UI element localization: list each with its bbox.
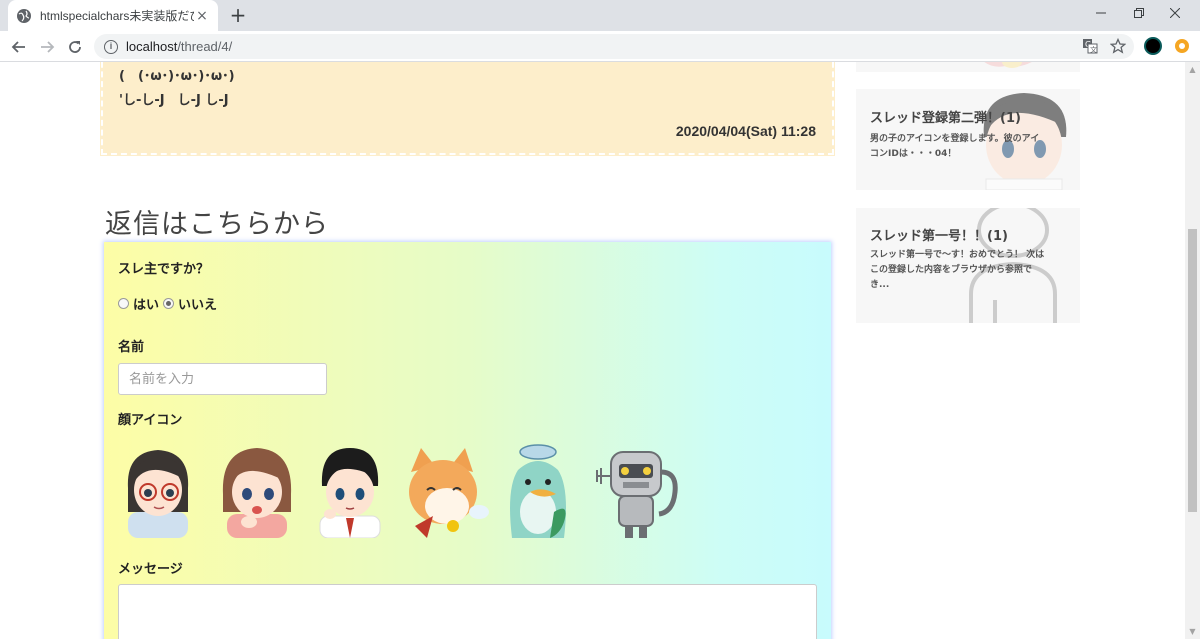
avatar-orange-cat[interactable] [403, 442, 493, 538]
page-viewport: ( (･ω･)･ω･)･ω･) 'し-し-J し-J し-J 2020/04/0… [0, 62, 1185, 639]
radio-yes-label[interactable]: はい [133, 294, 159, 313]
new-tab-button[interactable]: + [226, 4, 250, 28]
address-bar[interactable]: i localhost/thread/4/ [94, 34, 1134, 59]
card-description: 男の子のアイコンを登録します。彼のアイコンIDは・・・04！ [870, 134, 1040, 159]
avatar-blue-bird[interactable] [498, 442, 588, 538]
url-text: localhost/thread/4/ [126, 39, 232, 54]
info-icon[interactable]: i [104, 39, 118, 54]
sidebar-card[interactable]: スレッド登録第二弾！(1) 男の子のアイコンを登録します。彼のアイコンIDは・・… [856, 89, 1080, 190]
previous-post: ( (･ω･)･ω･)･ω･) 'し-し-J し-J し-J 2020/04/0… [100, 62, 835, 156]
browser-toolbar: i localhost/thread/4/ G文 [0, 31, 1200, 62]
radio-no[interactable] [163, 298, 175, 309]
profile-icon[interactable] [1141, 34, 1165, 58]
message-label: メッセージ [118, 562, 183, 577]
scroll-up-icon[interactable]: ▲ [1185, 62, 1200, 77]
window-close-icon[interactable] [1152, 0, 1198, 26]
radio-no-label[interactable]: いいえ [178, 294, 217, 313]
forward-icon[interactable] [35, 35, 59, 59]
extension-icon[interactable] [1170, 34, 1194, 58]
reload-icon[interactable] [63, 35, 87, 59]
reply-form: スレ主ですか？ はい いいえ 名前 顔アイコン [104, 242, 831, 639]
avatar-robot[interactable] [593, 442, 683, 538]
radio-yes[interactable] [118, 298, 129, 309]
tab-title: htmlspecialchars未実装版だびぃ [40, 9, 194, 23]
post-line: 'し-し-J し-J し-J [119, 93, 229, 108]
sidebar-card[interactable] [856, 62, 1080, 72]
card-title: スレッド登録第二弾！(1) [870, 111, 1021, 126]
avatar-picker [118, 442, 718, 539]
url-path: /thread/4/ [177, 39, 233, 54]
name-input[interactable] [118, 363, 327, 395]
reply-heading: 返信はこちらから [105, 209, 329, 240]
name-label: 名前 [118, 340, 145, 355]
translate-icon[interactable]: G文 [1078, 34, 1102, 58]
tab-bar: htmlspecialchars未実装版だびぃ × + [0, 0, 1200, 31]
post-date: 2020/04/04(Sat) 11:28 [675, 123, 816, 139]
tab-close-icon[interactable]: × [194, 8, 210, 24]
card-title: スレッド第一号！！(1) [870, 229, 1008, 244]
globe-icon [16, 8, 32, 24]
avatar-girl-brown-hair[interactable] [213, 442, 303, 538]
svg-text:文: 文 [1090, 45, 1097, 54]
url-host: localhost [126, 39, 178, 54]
star-icon[interactable] [1106, 34, 1130, 58]
card-description: スレッド第一号で～す！おめでとう！ 次はこの登録した内容をブラウザから参照でき.… [870, 250, 1045, 290]
owner-question-label: スレ主ですか？ [118, 262, 210, 277]
browser-tab[interactable]: htmlspecialchars未実装版だびぃ × [8, 0, 218, 31]
owner-radio-group: はい いいえ [118, 294, 221, 313]
post-line: ( (･ω･)･ω･)･ω･) [119, 69, 235, 84]
sidebar-card[interactable]: スレッド第一号！！(1) スレッド第一号で～す！おめでとう！ 次はこの登録した内… [856, 208, 1080, 323]
avatar-boy-black-hair[interactable] [308, 442, 398, 539]
icon-label: 顔アイコン [118, 413, 183, 428]
back-icon[interactable] [7, 35, 31, 59]
page-scrollbar[interactable]: ▲ ▼ [1185, 62, 1200, 639]
card-avatar-image [976, 62, 1056, 72]
scroll-down-icon[interactable]: ▼ [1185, 624, 1200, 639]
avatar-girl-glasses[interactable] [118, 442, 208, 538]
message-textarea[interactable] [118, 584, 817, 639]
scroll-thumb[interactable] [1188, 229, 1197, 512]
